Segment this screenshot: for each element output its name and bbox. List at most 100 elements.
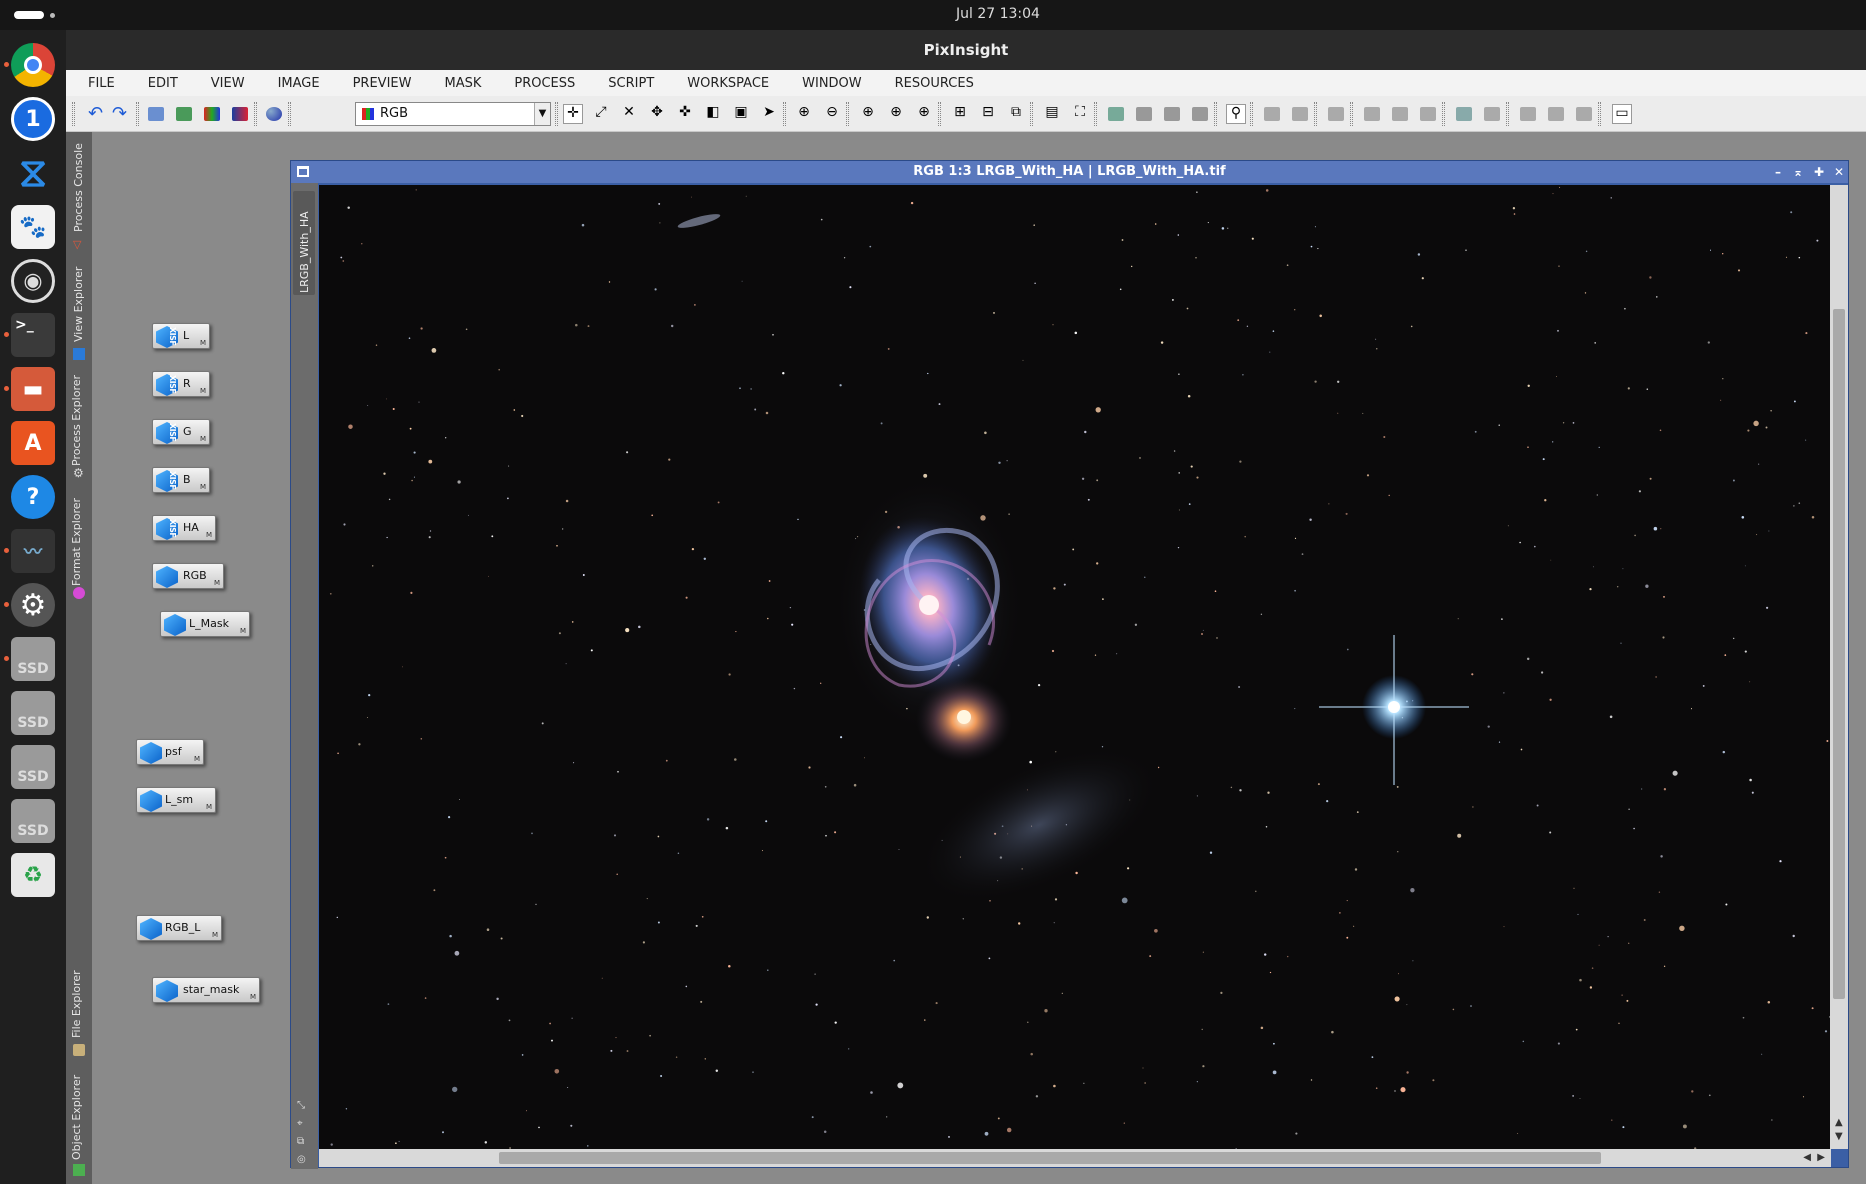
gimp-dock-item[interactable]: 🐾 bbox=[8, 202, 58, 252]
redo-button[interactable]: ↷ bbox=[112, 104, 132, 124]
info-button[interactable] bbox=[1574, 104, 1594, 124]
expand-tab-icon[interactable]: ⤡ bbox=[297, 1097, 306, 1115]
view-icon-l[interactable]: XISF LM bbox=[152, 323, 210, 349]
ssd-3-dock-item[interactable]: SSD bbox=[8, 742, 58, 792]
scroll-left-icon[interactable]: ◀ bbox=[1803, 1152, 1811, 1163]
explorer-button[interactable] bbox=[1454, 104, 1474, 124]
cascade-button[interactable]: ⊟ bbox=[978, 104, 998, 124]
stf-auto-button[interactable] bbox=[1290, 104, 1310, 124]
view-icon-psf[interactable]: psf M bbox=[136, 739, 204, 765]
horizontal-scrollbar[interactable]: ◀ ▶ bbox=[319, 1149, 1831, 1167]
view-icon-l-sm[interactable]: L_sm M bbox=[136, 787, 216, 813]
view-icon-l-mask[interactable]: L_Mask M bbox=[160, 611, 250, 637]
menu-mask[interactable]: MASK bbox=[444, 76, 481, 91]
tab-process-console[interactable]: Process Console ▽ bbox=[68, 138, 90, 258]
system-clock[interactable]: Jul 27 13:04 bbox=[0, 6, 1866, 22]
view-icon-r[interactable]: XISF RM bbox=[152, 371, 210, 397]
stf-button[interactable]: ⚲ bbox=[1226, 104, 1246, 124]
close-button[interactable]: ✕ bbox=[1831, 163, 1847, 181]
color-space-button[interactable] bbox=[264, 104, 284, 124]
zoom-out-button[interactable]: ⊖ bbox=[822, 104, 842, 124]
files-dock-item[interactable]: ▬ bbox=[4, 364, 58, 414]
1password-dock-item[interactable]: 1 bbox=[8, 94, 58, 144]
new-image-button[interactable] bbox=[146, 104, 166, 124]
graph-button-1[interactable] bbox=[1362, 104, 1382, 124]
vertical-scroll-thumb[interactable] bbox=[1833, 309, 1845, 999]
window-menu-icon[interactable] bbox=[297, 166, 309, 177]
maximize-all-button[interactable]: ⛶ bbox=[1070, 104, 1090, 124]
menu-image[interactable]: IMAGE bbox=[278, 76, 320, 91]
shade-button[interactable]: ⌅ bbox=[1790, 163, 1806, 181]
menu-script[interactable]: SCRIPT bbox=[608, 76, 654, 91]
help-dock-item[interactable]: ? bbox=[8, 472, 58, 522]
view-icon-star-mask[interactable]: star_mask M bbox=[152, 977, 260, 1003]
minimize-button[interactable]: – bbox=[1770, 163, 1786, 181]
stf-link-button[interactable] bbox=[1262, 104, 1282, 124]
zoom-fit-window-button[interactable]: ⊕ bbox=[914, 104, 934, 124]
mask-toggle-button[interactable] bbox=[1134, 104, 1154, 124]
stf-reset-button[interactable] bbox=[1326, 104, 1346, 124]
view-tab-lrgb-with-ha[interactable]: LRGB_With_HA bbox=[293, 191, 315, 295]
fit-window-button[interactable]: ⧉ bbox=[1006, 104, 1026, 124]
ssd-4-dock-item[interactable]: SSD bbox=[8, 796, 58, 846]
monitor-button[interactable]: ▭ bbox=[1612, 104, 1632, 124]
menu-process[interactable]: PROCESS bbox=[514, 76, 575, 91]
image-window[interactable]: RGB 1:3 LRGB_With_HA | LRGB_With_HA.tif … bbox=[290, 160, 1849, 1169]
pan-mode-button[interactable]: ✛ bbox=[563, 104, 583, 124]
channel-combo[interactable]: RGB ▼ bbox=[355, 102, 551, 126]
menu-preview[interactable]: PREVIEW bbox=[353, 76, 412, 91]
extract-channels-button[interactable] bbox=[230, 104, 250, 124]
console-button[interactable] bbox=[1518, 104, 1538, 124]
duplicate-button[interactable] bbox=[174, 104, 194, 124]
view-icon-rgb[interactable]: RGB M bbox=[152, 563, 224, 589]
tab-file-explorer[interactable]: File Explorer bbox=[68, 962, 90, 1072]
chrome-dock-item[interactable] bbox=[4, 40, 58, 90]
maximize-button[interactable]: ✚ bbox=[1811, 163, 1827, 181]
ssd-2-dock-item[interactable]: SSD bbox=[8, 688, 58, 738]
vertical-scrollbar[interactable]: ▲ ▼ bbox=[1830, 185, 1848, 1149]
terminal-dock-item[interactable]: >_ bbox=[4, 310, 58, 360]
center-button[interactable]: ✜ bbox=[675, 104, 695, 124]
menu-resources[interactable]: RESOURCES bbox=[895, 76, 974, 91]
menu-file[interactable]: FILE bbox=[88, 76, 115, 91]
menu-workspace[interactable]: WORKSPACE bbox=[687, 76, 769, 91]
select-button[interactable]: ➤ bbox=[759, 104, 779, 124]
scroll-down-icon[interactable]: ▼ bbox=[1835, 1131, 1843, 1142]
view-icon-g[interactable]: XISF GM bbox=[152, 419, 210, 445]
zoom-optimal-button[interactable]: ⊕ bbox=[886, 104, 906, 124]
view-icon-b[interactable]: XISF BM bbox=[152, 467, 210, 493]
scroll-up-icon[interactable]: ▲ bbox=[1835, 1117, 1843, 1128]
view-icon-ha[interactable]: XISF HA M bbox=[152, 515, 216, 541]
mask-show-button[interactable] bbox=[1190, 104, 1210, 124]
new-mask-button[interactable] bbox=[1106, 104, 1126, 124]
menu-window[interactable]: WINDOW bbox=[802, 76, 862, 91]
zoom-in-button[interactable]: ⊕ bbox=[794, 104, 814, 124]
scroll-right-icon[interactable]: ▶ bbox=[1817, 1152, 1825, 1163]
clone-icon[interactable]: ⧉ bbox=[297, 1133, 306, 1151]
zoom-1-1-button[interactable]: ⊕ bbox=[858, 104, 878, 124]
vscode-dock-item[interactable]: ⧖ bbox=[8, 148, 58, 198]
tile-button[interactable]: ⊞ bbox=[950, 104, 970, 124]
edit-preview-button[interactable]: ▣ bbox=[731, 104, 751, 124]
graph-button-2[interactable] bbox=[1390, 104, 1410, 124]
view-icon-rgb-l[interactable]: RGB_L M bbox=[136, 915, 222, 941]
image-window-title[interactable]: RGB 1:3 LRGB_With_HA | LRGB_With_HA.tif … bbox=[291, 161, 1848, 183]
settings-dock-item[interactable]: ⚙ bbox=[4, 580, 58, 630]
undo-button[interactable]: ↶ bbox=[88, 104, 108, 124]
tab-object-explorer[interactable]: Object Explorer bbox=[68, 1072, 90, 1182]
ssd-1-dock-item[interactable]: SSD bbox=[4, 634, 58, 684]
system-monitor-dock-item[interactable]: 〰 bbox=[4, 526, 58, 576]
obs-dock-item[interactable]: ◉ bbox=[8, 256, 58, 306]
graph-button-3[interactable] bbox=[1418, 104, 1438, 124]
image-canvas[interactable] bbox=[319, 185, 1831, 1149]
tab-format-explorer[interactable]: Format Explorer bbox=[68, 478, 90, 599]
pin-icon[interactable]: ⌖ bbox=[297, 1115, 306, 1133]
menu-view[interactable]: VIEW bbox=[211, 76, 245, 91]
readout-button[interactable]: ◧ bbox=[703, 104, 723, 124]
history-button[interactable] bbox=[1482, 104, 1502, 124]
screen-button[interactable]: ▤ bbox=[1042, 104, 1062, 124]
move-button[interactable]: ✥ bbox=[647, 104, 667, 124]
tab-process-explorer[interactable]: Process Explorer ⚙ bbox=[68, 368, 90, 480]
target-icon[interactable]: ◎ bbox=[297, 1151, 306, 1169]
app-center-dock-item[interactable]: A bbox=[8, 418, 58, 468]
